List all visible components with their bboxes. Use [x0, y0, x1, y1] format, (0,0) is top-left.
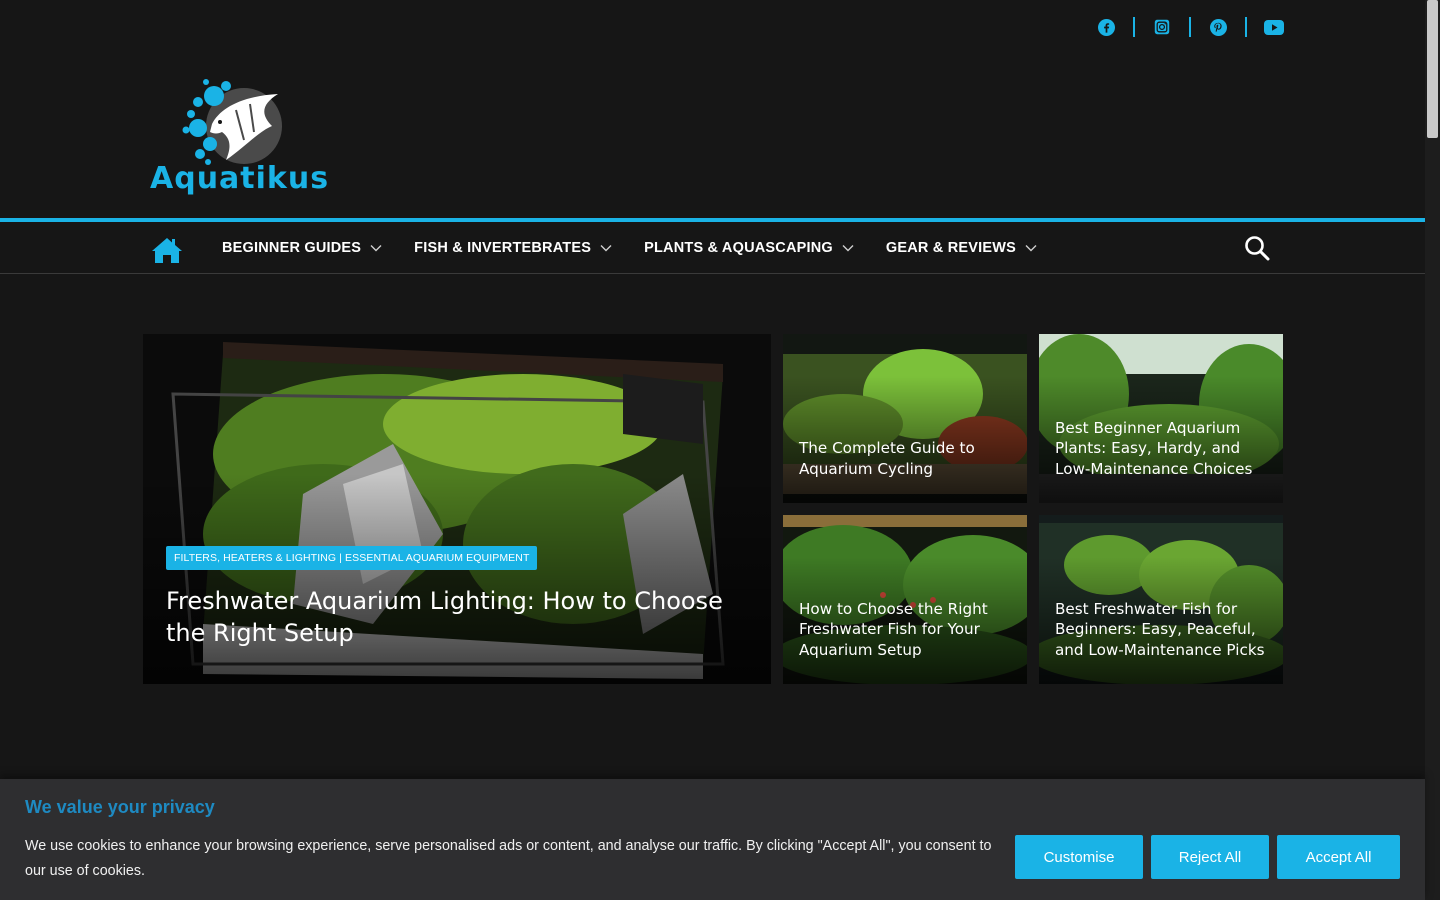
nav-item-fish-invertebrates[interactable]: FISH & INVERTEBRATES	[414, 240, 612, 256]
accept-all-button[interactable]: Accept All	[1277, 835, 1400, 879]
chevron-down-icon	[1025, 244, 1037, 251]
post-card[interactable]: Best Freshwater Fish for Beginners: Easy…	[1039, 515, 1283, 684]
nav-item-beginner-guides[interactable]: BEGINNER GUIDES	[222, 240, 382, 256]
facebook-icon[interactable]	[1096, 17, 1116, 37]
separator	[1189, 17, 1191, 37]
post-title[interactable]: Best Freshwater Fish for Beginners: Easy…	[1055, 599, 1271, 661]
home-icon[interactable]	[151, 236, 183, 264]
social-links	[1096, 17, 1284, 37]
site-header: Aquatikus	[0, 0, 1425, 218]
nav-menu: BEGINNER GUIDES FISH & INVERTEBRATES PLA…	[222, 222, 1069, 273]
chevron-down-icon	[600, 244, 612, 251]
logo-wordmark: Aquatikus	[150, 161, 329, 196]
main-navigation: BEGINNER GUIDES FISH & INVERTEBRATES PLA…	[0, 218, 1425, 274]
cookie-title: We value your privacy	[25, 797, 215, 817]
separator	[1245, 17, 1247, 37]
post-card[interactable]: How to Choose the Right Freshwater Fish …	[783, 515, 1027, 684]
search-icon[interactable]	[1244, 235, 1270, 261]
scrollbar-thumb[interactable]	[1427, 0, 1438, 138]
chevron-down-icon	[842, 244, 854, 251]
svg-text:Aquatikus: Aquatikus	[150, 161, 329, 196]
site-logo[interactable]: Aquatikus	[150, 74, 336, 198]
nav-item-label: PLANTS & AQUASCAPING	[644, 239, 833, 256]
post-title[interactable]: Best Beginner Aquarium Plants: Easy, Har…	[1055, 418, 1271, 480]
pinterest-icon[interactable]	[1208, 17, 1228, 37]
post-card[interactable]: Best Beginner Aquarium Plants: Easy, Har…	[1039, 334, 1283, 503]
post-card[interactable]: The Complete Guide to Aquarium Cycling	[783, 334, 1027, 503]
reject-all-button[interactable]: Reject All	[1151, 835, 1269, 879]
featured-post[interactable]: FILTERS, HEATERS & LIGHTING | ESSENTIAL …	[143, 334, 771, 684]
nav-item-gear-reviews[interactable]: GEAR & REVIEWS	[886, 240, 1037, 256]
featured-post-title[interactable]: Freshwater Aquarium Lighting: How to Cho…	[166, 585, 756, 649]
page-scrollbar[interactable]	[1425, 0, 1440, 900]
post-title[interactable]: How to Choose the Right Freshwater Fish …	[799, 599, 1015, 661]
instagram-icon[interactable]	[1152, 17, 1172, 37]
category-badge[interactable]: FILTERS, HEATERS & LIGHTING | ESSENTIAL …	[166, 546, 538, 570]
nav-item-label: BEGINNER GUIDES	[222, 239, 362, 256]
cookie-consent-banner: We value your privacy We use cookies to …	[0, 779, 1425, 900]
youtube-icon[interactable]	[1264, 17, 1284, 37]
image-overlay	[143, 474, 771, 684]
separator	[1133, 17, 1135, 37]
post-title[interactable]: The Complete Guide to Aquarium Cycling	[799, 438, 1015, 479]
nav-item-plants-aquascaping[interactable]: PLANTS & AQUASCAPING	[644, 240, 854, 256]
cookie-text: We use cookies to enhance your browsing …	[25, 838, 992, 879]
nav-item-label: GEAR & REVIEWS	[885, 239, 1016, 256]
nav-item-label: FISH & INVERTEBRATES	[414, 239, 592, 256]
chevron-down-icon	[370, 244, 382, 251]
customise-button[interactable]: Customise	[1015, 835, 1143, 879]
